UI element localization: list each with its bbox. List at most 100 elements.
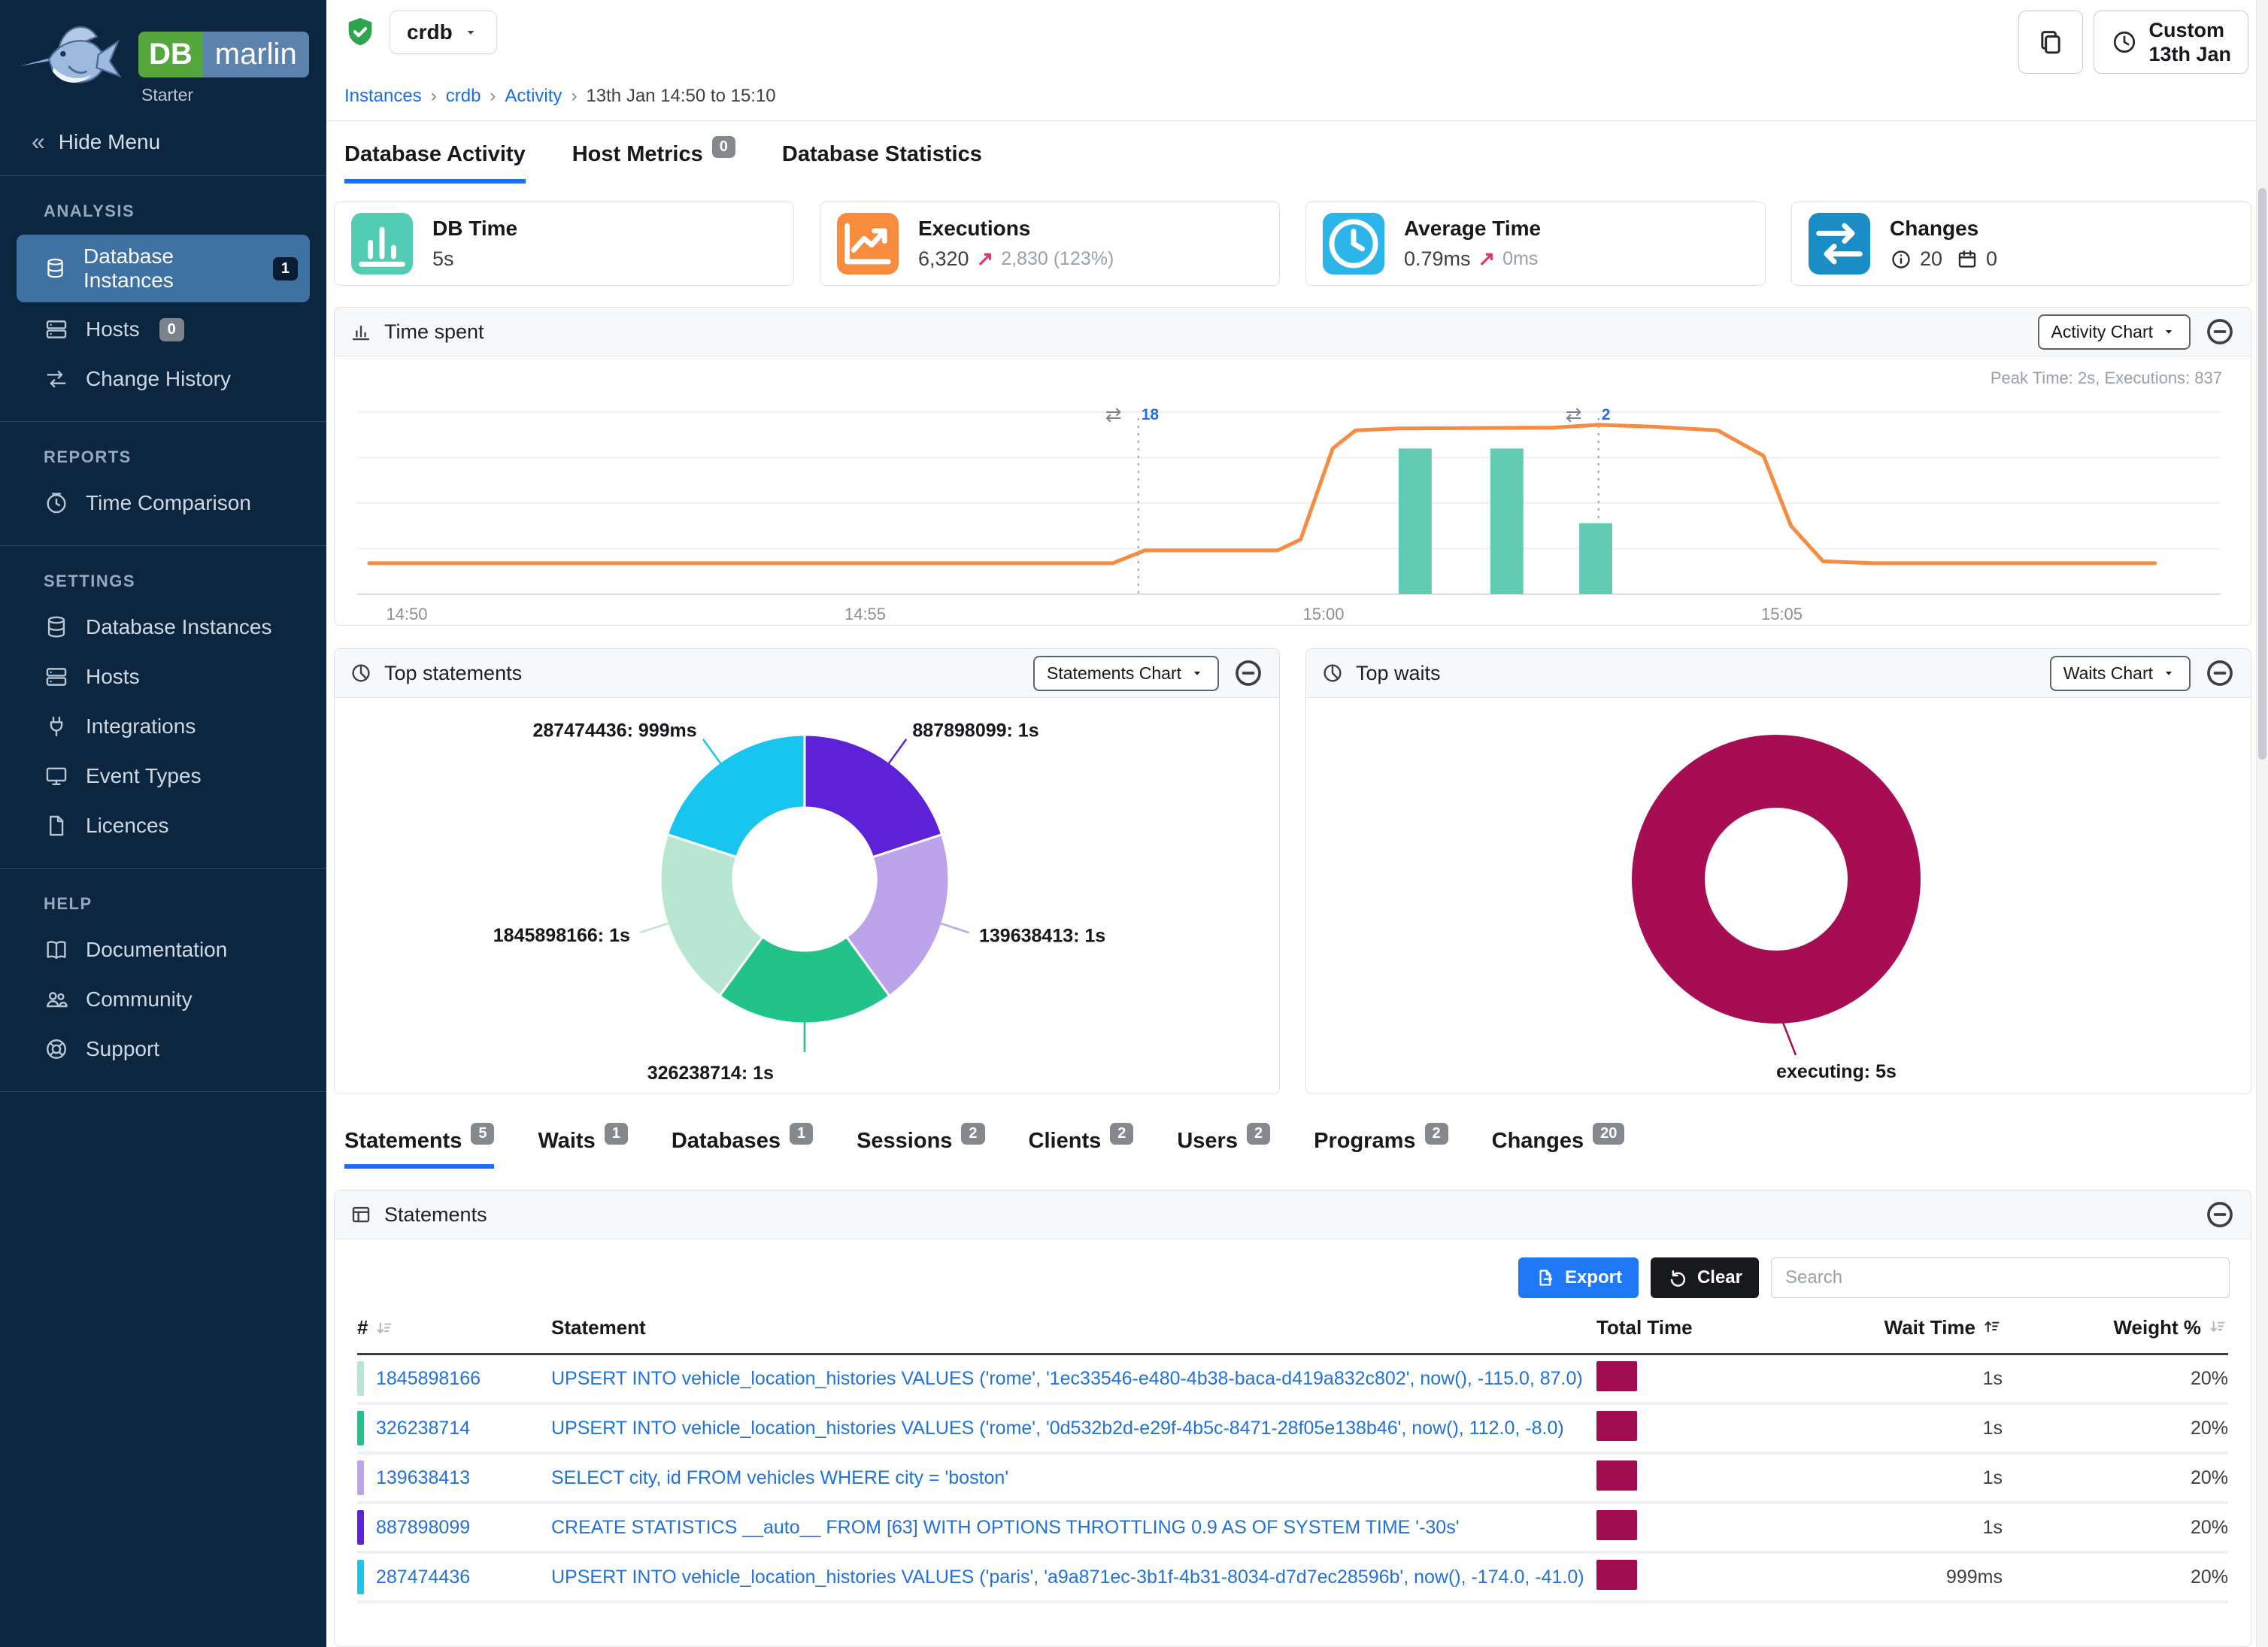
statement-id-link[interactable]: 887898099: [376, 1517, 470, 1539]
statement-id-link[interactable]: 326238714: [376, 1418, 470, 1439]
statement-link[interactable]: CREATE STATISTICS __auto__ FROM [63] WIT…: [551, 1517, 1459, 1539]
donut-label: 287474436: 999ms: [532, 720, 696, 742]
server-icon: [44, 317, 69, 342]
tab-database-activity[interactable]: Database Activity: [344, 142, 526, 184]
breadcrumb-separator: ›: [431, 86, 437, 107]
sidebar-item-documentation[interactable]: Documentation: [17, 927, 310, 972]
statement-link[interactable]: SELECT city, id FROM vehicles WHERE city…: [551, 1467, 1008, 1489]
sidebar-item-change-history[interactable]: Change History: [17, 356, 310, 402]
detail-tab-changes[interactable]: Changes20: [1492, 1129, 1625, 1169]
column-header-[interactable]: #: [357, 1316, 551, 1339]
detail-tab-statements[interactable]: Statements5: [344, 1129, 494, 1169]
detail-tab-users[interactable]: Users2: [1177, 1129, 1270, 1169]
metric-card-executions[interactable]: Executions6,320↗2,830 (123%): [820, 202, 1280, 286]
time-spent-chart[interactable]: ⇄18⇄214:5014:5515:0015:05: [335, 356, 2251, 626]
instance-selector: crdb: [334, 11, 497, 54]
hide-menu-button[interactable]: « Hide Menu: [0, 108, 326, 175]
donut-slice-887898099[interactable]: [805, 735, 942, 857]
sidebar-divider: [0, 1091, 326, 1092]
statement-link[interactable]: UPSERT INTO vehicle_location_histories V…: [551, 1368, 1583, 1390]
scrollbar-thumb[interactable]: [2258, 188, 2266, 760]
sidebar-item-community[interactable]: Community: [17, 977, 310, 1022]
export-button[interactable]: Export: [1518, 1257, 1639, 1298]
collapse-panel-icon[interactable]: [2204, 1199, 2236, 1230]
svg-text:14:50: 14:50: [386, 605, 427, 623]
vertical-scrollbar[interactable]: [2256, 0, 2268, 1647]
sidebar-item-support[interactable]: Support: [17, 1027, 310, 1072]
sidebar-item-hosts[interactable]: Hosts: [17, 654, 310, 699]
sort-down-icon[interactable]: [374, 1318, 395, 1339]
detail-tab-waits[interactable]: Waits1: [538, 1129, 627, 1169]
detail-tab-programs[interactable]: Programs2: [1314, 1129, 1448, 1169]
sort-up-icon[interactable]: [1981, 1316, 2003, 1337]
statement-id-link[interactable]: 139638413: [376, 1467, 470, 1489]
sidebar-section-title-help: HELP: [0, 869, 326, 923]
db-time-line[interactable]: [369, 425, 2155, 563]
sidebar-item-integrations[interactable]: Integrations: [17, 704, 310, 749]
top-statements-donut[interactable]: 887898099: 1s139638413: 1s326238714: 1s1…: [335, 698, 1279, 1093]
copy-link-button[interactable]: [2018, 11, 2083, 74]
collapse-panel-icon[interactable]: [1233, 657, 1264, 689]
trend-up-arrow-icon: ↗: [1478, 247, 1496, 271]
donut-slice-287474436[interactable]: [668, 735, 805, 857]
detail-tab-databases[interactable]: Databases1: [672, 1129, 813, 1169]
tab-database-statistics[interactable]: Database Statistics: [782, 142, 982, 184]
statement-id-link[interactable]: 287474436: [376, 1567, 470, 1588]
sort-down-icon[interactable]: [2207, 1316, 2228, 1337]
instance-dropdown-button[interactable]: crdb: [390, 11, 497, 54]
time-spent-title: Time spent: [384, 320, 484, 344]
sidebar-item-time-comparison[interactable]: Time Comparison: [17, 481, 310, 526]
statement-id-link[interactable]: 1845898166: [376, 1368, 481, 1390]
breadcrumb-link-crdb[interactable]: crdb: [446, 86, 481, 107]
statement-link[interactable]: UPSERT INTO vehicle_location_histories V…: [551, 1418, 1564, 1439]
time-range-button[interactable]: Custom 13th Jan: [2094, 11, 2248, 74]
detail-tab-clients[interactable]: Clients2: [1029, 1129, 1134, 1169]
donut-slice-executing[interactable]: [1669, 772, 1884, 987]
activity-chart-select[interactable]: Activity Chart: [2038, 314, 2191, 350]
export-icon: [1535, 1267, 1556, 1288]
top-waits-donut[interactable]: executing: 5s: [1306, 698, 2251, 1093]
statements-panel-title: Statements: [384, 1203, 487, 1227]
collapse-panel-icon[interactable]: [2204, 316, 2236, 347]
waits-chart-select[interactable]: Waits Chart: [2050, 656, 2191, 691]
sidebar-item-database-instances[interactable]: Database Instances1: [17, 235, 310, 302]
metric-card-changes[interactable]: Changes200: [1791, 202, 2251, 286]
table-controls: Export Clear: [356, 1257, 2230, 1298]
executions-bars[interactable]: [1399, 448, 1612, 594]
tab-badge: 0: [712, 136, 735, 158]
label-leader-line: [703, 739, 721, 763]
metric-card-average-time[interactable]: Average Time0.79ms↗0ms: [1305, 202, 1766, 286]
sidebar-item-event-types[interactable]: Event Types: [17, 754, 310, 799]
hide-menu-label: Hide Menu: [59, 130, 160, 154]
sidebar-item-licences[interactable]: Licences: [17, 803, 310, 848]
column-label: #: [357, 1316, 368, 1339]
svg-text:⇄: ⇄: [1566, 403, 1582, 426]
clear-button[interactable]: Clear: [1651, 1257, 1759, 1298]
detail-tab-sessions[interactable]: Sessions2: [857, 1129, 984, 1169]
label-leader-line: [640, 924, 669, 933]
copy-icon: [2036, 27, 2066, 57]
search-input[interactable]: [1771, 1257, 2230, 1298]
svg-text:⇄: ⇄: [1105, 403, 1122, 426]
tab-badge: 5: [471, 1123, 494, 1145]
statement-color-bar: [357, 1560, 364, 1594]
breadcrumb-link-instances[interactable]: Instances: [344, 86, 422, 107]
statements-chart-select[interactable]: Statements Chart: [1033, 656, 1219, 691]
sidebar-item-database-instances[interactable]: Database Instances: [17, 605, 310, 650]
column-header-wait-time[interactable]: Wait Time: [1768, 1316, 2003, 1339]
trend-up-arrow-icon: ↗: [977, 247, 994, 271]
statements-panel: Statements Export Clear # StatementTotal …: [334, 1190, 2251, 1647]
collapse-panel-icon[interactable]: [2204, 657, 2236, 689]
statement-link[interactable]: UPSERT INTO vehicle_location_histories V…: [551, 1567, 1584, 1588]
column-header-statement[interactable]: Statement: [551, 1316, 1596, 1339]
doc-icon: [44, 813, 69, 839]
column-header-total-time[interactable]: Total Time: [1596, 1316, 1768, 1339]
column-header-weight[interactable]: Weight %: [2003, 1316, 2228, 1339]
sidebar-item-hosts[interactable]: Hosts0: [17, 307, 310, 352]
tab-label: Waits: [538, 1129, 595, 1154]
time-spent-panel-header: Time spent Activity Chart: [335, 308, 2251, 356]
tab-host-metrics[interactable]: Host Metrics0: [572, 142, 735, 184]
breadcrumb-link-activity[interactable]: Activity: [505, 86, 562, 107]
sidebar-item-badge: 1: [273, 257, 298, 281]
metric-card-db-time[interactable]: DB Time5s: [334, 202, 794, 286]
